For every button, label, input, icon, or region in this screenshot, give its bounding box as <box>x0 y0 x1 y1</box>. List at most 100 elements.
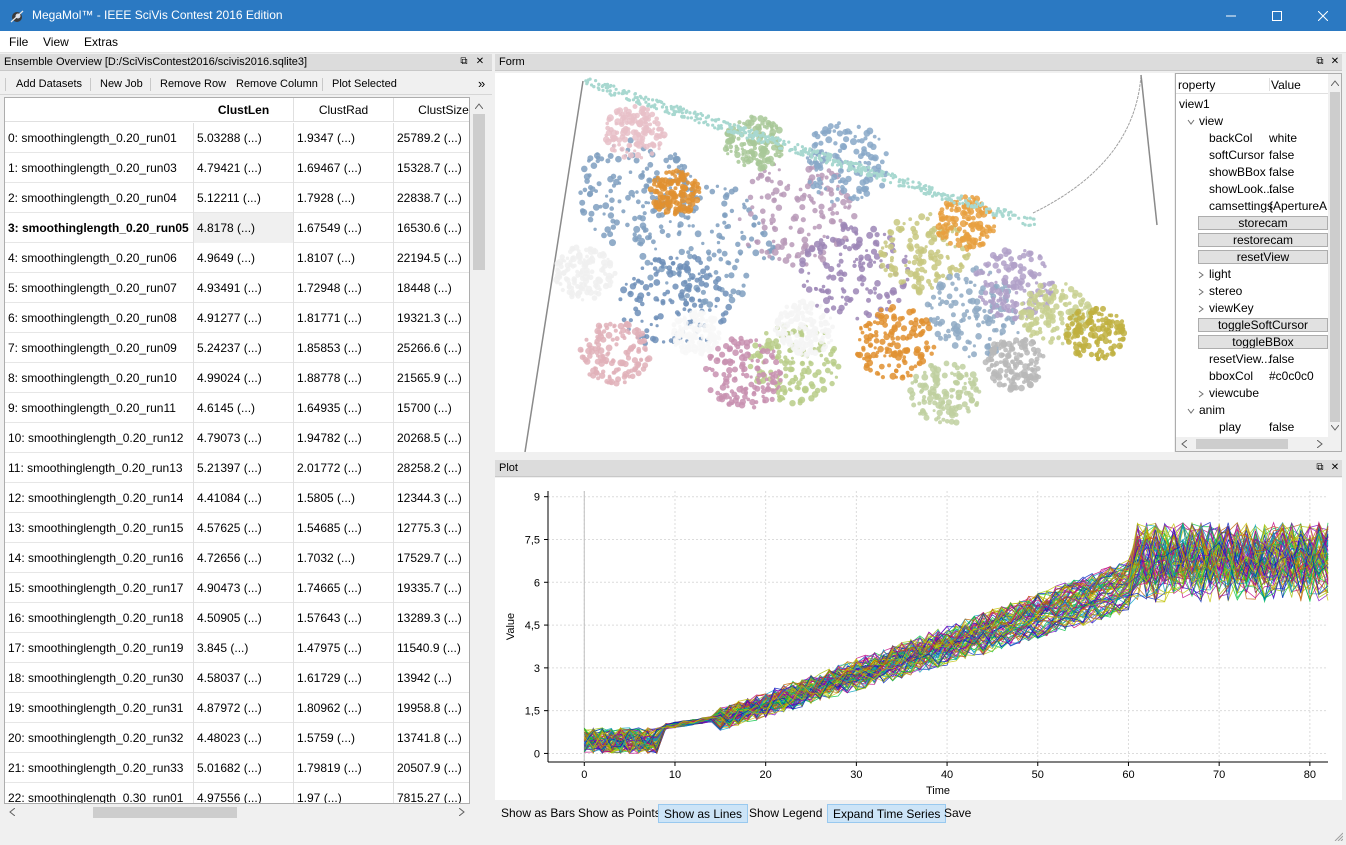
table-row[interactable]: 4: smoothinglength_0.20_run06 4.9649 (...… <box>5 243 469 273</box>
table-row[interactable]: 8: smoothinglength_0.20_run10 4.99024 (..… <box>5 363 469 393</box>
table-cell[interactable]: 4.9649 (...) <box>194 243 294 273</box>
table-row[interactable]: 16: smoothinglength_0.20_run18 4.50905 (.… <box>5 603 469 633</box>
property-row[interactable]: light <box>1176 266 1328 283</box>
remove-row-button[interactable]: Remove Row <box>160 78 226 90</box>
table-cell[interactable]: 1.7928 (...) <box>294 183 394 213</box>
table-cell[interactable]: 17529.7 (...) <box>394 543 469 573</box>
table-cell[interactable]: 18448 (...) <box>394 273 469 303</box>
collapsed-arrow-icon[interactable] <box>1197 288 1205 296</box>
menu-extras[interactable]: Extras <box>84 35 118 49</box>
row-header[interactable]: 21: smoothinglength_0.20_run33 <box>5 753 194 783</box>
property-button-togglebbox[interactable]: toggleBBox <box>1198 335 1328 349</box>
collapsed-arrow-icon[interactable] <box>1197 271 1205 279</box>
table-row[interactable]: 20: smoothinglength_0.20_run32 4.48023 (.… <box>5 723 469 753</box>
property-value[interactable]: #c0c0c0 <box>1269 368 1314 385</box>
show-as-bars-button[interactable]: Show as Bars <box>496 804 580 823</box>
row-header[interactable]: 7: smoothinglength_0.20_run09 <box>5 333 194 363</box>
close-icon[interactable]: ✕ <box>1328 54 1342 70</box>
table-cell[interactable]: 12344.3 (...) <box>394 483 469 513</box>
table-row[interactable]: 13: smoothinglength_0.20_run15 4.57625 (.… <box>5 513 469 543</box>
table-cell[interactable]: 19321.3 (...) <box>394 303 469 333</box>
expanded-arrow-icon[interactable] <box>1187 118 1195 126</box>
property-row[interactable]: backCol white <box>1176 130 1328 147</box>
table-cell[interactable]: 1.74665 (...) <box>294 573 394 603</box>
row-header[interactable]: 9: smoothinglength_0.20_run11 <box>5 393 194 423</box>
table-row[interactable]: 2: smoothinglength_0.20_run04 5.12211 (..… <box>5 183 469 213</box>
table-cell[interactable]: 1.54685 (...) <box>294 513 394 543</box>
render-viewport[interactable] <box>495 73 1174 452</box>
row-header[interactable]: 16: smoothinglength_0.20_run18 <box>5 603 194 633</box>
table-cell[interactable]: 1.7032 (...) <box>294 543 394 573</box>
table-cell[interactable]: 15328.7 (...) <box>394 153 469 183</box>
save-button[interactable]: Save <box>939 804 976 823</box>
minimize-button[interactable] <box>1208 0 1254 31</box>
table-cell[interactable]: 25266.6 (...) <box>394 333 469 363</box>
table-cell[interactable]: 4.93491 (...) <box>194 273 294 303</box>
column-header-clustsize[interactable]: ClustSize <box>394 98 469 122</box>
row-header[interactable]: 1: smoothinglength_0.20_run03 <box>5 153 194 183</box>
table-cell[interactable]: 4.57625 (...) <box>194 513 294 543</box>
property-row[interactable]: stereo <box>1176 283 1328 300</box>
property-row[interactable]: camsettings {ApertureA <box>1176 198 1328 215</box>
table-cell[interactable]: 1.88778 (...) <box>294 363 394 393</box>
table-cell[interactable]: 5.24237 (...) <box>194 333 294 363</box>
table-vertical-scrollbar[interactable] <box>471 97 487 804</box>
row-header[interactable]: 18: smoothinglength_0.20_run30 <box>5 663 194 693</box>
table-cell[interactable]: 4.91277 (...) <box>194 303 294 333</box>
table-cell[interactable]: 1.81771 (...) <box>294 303 394 333</box>
property-button-storecam[interactable]: storecam <box>1198 216 1328 230</box>
row-header[interactable]: 4: smoothinglength_0.20_run06 <box>5 243 194 273</box>
property-value[interactable]: false <box>1269 181 1294 198</box>
row-header[interactable]: 15: smoothinglength_0.20_run17 <box>5 573 194 603</box>
plot-selected-button[interactable]: Plot Selected <box>332 78 397 90</box>
table-cell[interactable]: 4.72656 (...) <box>194 543 294 573</box>
table-cell[interactable]: 13942 (...) <box>394 663 469 693</box>
table-cell[interactable]: 1.80962 (...) <box>294 693 394 723</box>
table-cell[interactable]: 4.48023 (...) <box>194 723 294 753</box>
row-header[interactable]: 12: smoothinglength_0.20_run14 <box>5 483 194 513</box>
close-icon[interactable]: ✕ <box>473 54 487 70</box>
property-value[interactable]: false <box>1269 419 1294 436</box>
table-row[interactable]: 9: smoothinglength_0.20_run11 4.6145 (...… <box>5 393 469 423</box>
property-row[interactable]: play false <box>1176 419 1328 436</box>
property-button-restorecam[interactable]: restorecam <box>1198 233 1328 247</box>
property-vertical-scrollbar[interactable] <box>1328 74 1341 437</box>
property-value[interactable]: {ApertureA <box>1269 198 1327 215</box>
row-header[interactable]: 22: smoothinglength_0.30_run01 <box>5 783 194 803</box>
scroll-up-icon[interactable] <box>475 103 483 109</box>
property-button-togglesoftcursor[interactable]: toggleSoftCursor <box>1198 318 1328 332</box>
expanded-arrow-icon[interactable] <box>1187 407 1195 415</box>
time-series-chart[interactable]: 0 10 20 30 40 50 60 70 80 0 1,5 3 4,5 6 7,5 9 Time Value <box>495 478 1342 800</box>
property-row[interactable]: viewcube <box>1176 385 1328 402</box>
property-value[interactable]: false <box>1269 164 1294 181</box>
table-cell[interactable]: 1.69467 (...) <box>294 153 394 183</box>
table-cell[interactable]: 4.90473 (...) <box>194 573 294 603</box>
table-row[interactable]: 14: smoothinglength_0.20_run16 4.72656 (.… <box>5 543 469 573</box>
scroll-up-icon[interactable] <box>1331 80 1339 86</box>
table-cell[interactable]: 7815.27 (...) <box>394 783 469 803</box>
table-cell[interactable]: 1.47975 (...) <box>294 633 394 663</box>
table-cell[interactable]: 19335.7 (...) <box>394 573 469 603</box>
table-row[interactable]: 0: smoothinglength_0.20_run01 5.03288 (..… <box>5 123 469 153</box>
table-row[interactable]: 3: smoothinglength_0.20_run05 4.8178 (...… <box>5 213 469 243</box>
row-header[interactable]: 6: smoothinglength_0.20_run08 <box>5 303 194 333</box>
table-row[interactable]: 19: smoothinglength_0.20_run31 4.87972 (.… <box>5 693 469 723</box>
table-row[interactable]: 5: smoothinglength_0.20_run07 4.93491 (..… <box>5 273 469 303</box>
scroll-left-icon[interactable] <box>9 808 15 816</box>
close-window-button[interactable] <box>1300 0 1346 31</box>
table-cell[interactable]: 5.21397 (...) <box>194 453 294 483</box>
table-row[interactable]: 11: smoothinglength_0.20_run13 5.21397 (.… <box>5 453 469 483</box>
menu-file[interactable]: File <box>9 35 28 49</box>
table-cell[interactable]: 4.58037 (...) <box>194 663 294 693</box>
row-header[interactable]: 11: smoothinglength_0.20_run13 <box>5 453 194 483</box>
undock-icon[interactable]: ⧉ <box>1313 460 1327 476</box>
column-header-clustrad[interactable]: ClustRad <box>294 98 394 122</box>
property-row[interactable]: view1 <box>1176 96 1328 113</box>
table-cell[interactable]: 12775.3 (...) <box>394 513 469 543</box>
property-horizontal-scrollbar[interactable] <box>1176 437 1341 451</box>
table-cell[interactable]: 4.99024 (...) <box>194 363 294 393</box>
table-row[interactable]: 1: smoothinglength_0.20_run03 4.79421 (..… <box>5 153 469 183</box>
property-row[interactable]: bboxCol #c0c0c0 <box>1176 368 1328 385</box>
table-cell[interactable]: 1.72948 (...) <box>294 273 394 303</box>
table-row[interactable]: 17: smoothinglength_0.20_run19 3.845 (...… <box>5 633 469 663</box>
